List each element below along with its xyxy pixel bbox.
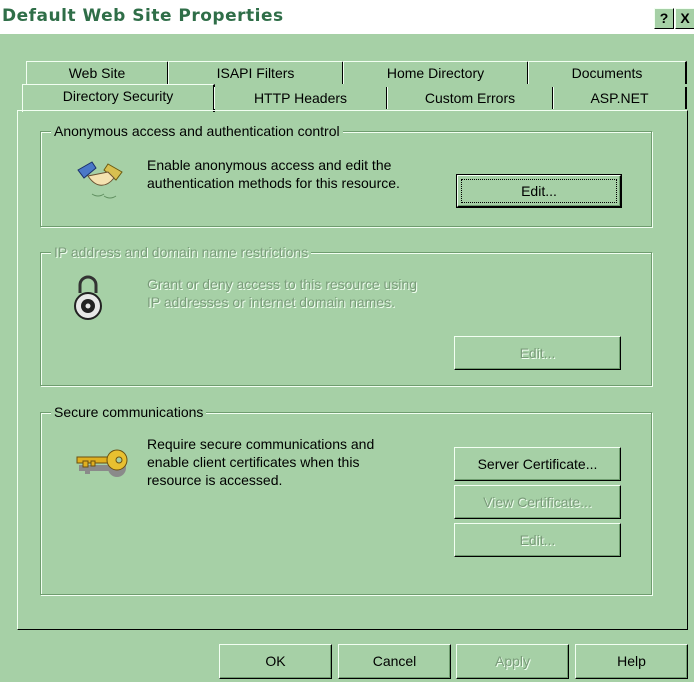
ip-restrictions-description: Grant or deny access to this resource us…	[147, 276, 418, 310]
server-certificate-button[interactable]: Server Certificate...	[454, 447, 621, 481]
ip-edit-button[interactable]: Edit...	[454, 336, 621, 370]
window-title: Default Web Site Properties	[2, 6, 284, 26]
tab-documents[interactable]: Documents	[528, 61, 687, 84]
handshake-icon	[77, 161, 123, 199]
secure-communications-legend: Secure communications	[51, 403, 207, 421]
apply-button[interactable]: Apply	[456, 644, 569, 679]
help-button[interactable]: ?	[654, 8, 674, 29]
secure-edit-button[interactable]: Edit...	[454, 523, 621, 557]
tab-http-headers[interactable]: HTTP Headers	[214, 87, 388, 109]
ip-restrictions-legend: IP address and domain name restrictions	[51, 243, 312, 261]
anonymous-access-group: Anonymous access and authentication cont…	[40, 122, 652, 227]
title-bar: Default Web Site Properties ? X	[0, 0, 694, 34]
tab-isapi-filters[interactable]: ISAPI Filters	[168, 61, 344, 84]
anonymous-access-description: Enable anonymous access and edit the aut…	[147, 157, 400, 191]
anonymous-access-legend: Anonymous access and authentication cont…	[51, 122, 343, 140]
ip-restrictions-group: IP address and domain name restrictions …	[40, 243, 652, 386]
ok-button[interactable]: OK	[219, 644, 332, 679]
tab-home-directory[interactable]: Home Directory	[343, 61, 529, 84]
secure-communications-group: Secure communications Require secure com…	[40, 403, 652, 595]
close-button[interactable]: X	[675, 8, 694, 29]
tab-custom-errors[interactable]: Custom Errors	[387, 87, 554, 109]
cancel-button[interactable]: Cancel	[338, 644, 451, 679]
key-icon	[76, 449, 128, 477]
tab-directory-security[interactable]: Directory Security	[22, 84, 215, 112]
anonymous-edit-button[interactable]: Edit...	[456, 174, 622, 208]
tab-asp-net[interactable]: ASP.NET	[553, 87, 687, 109]
tab-web-site[interactable]: Web Site	[26, 61, 169, 84]
view-certificate-button[interactable]: View Certificate...	[454, 485, 621, 519]
help-footer-button[interactable]: Help	[575, 644, 688, 679]
focus-rectangle	[461, 179, 617, 203]
secure-communications-description: Require secure communications and enable…	[147, 436, 375, 488]
padlock-icon	[74, 275, 102, 320]
